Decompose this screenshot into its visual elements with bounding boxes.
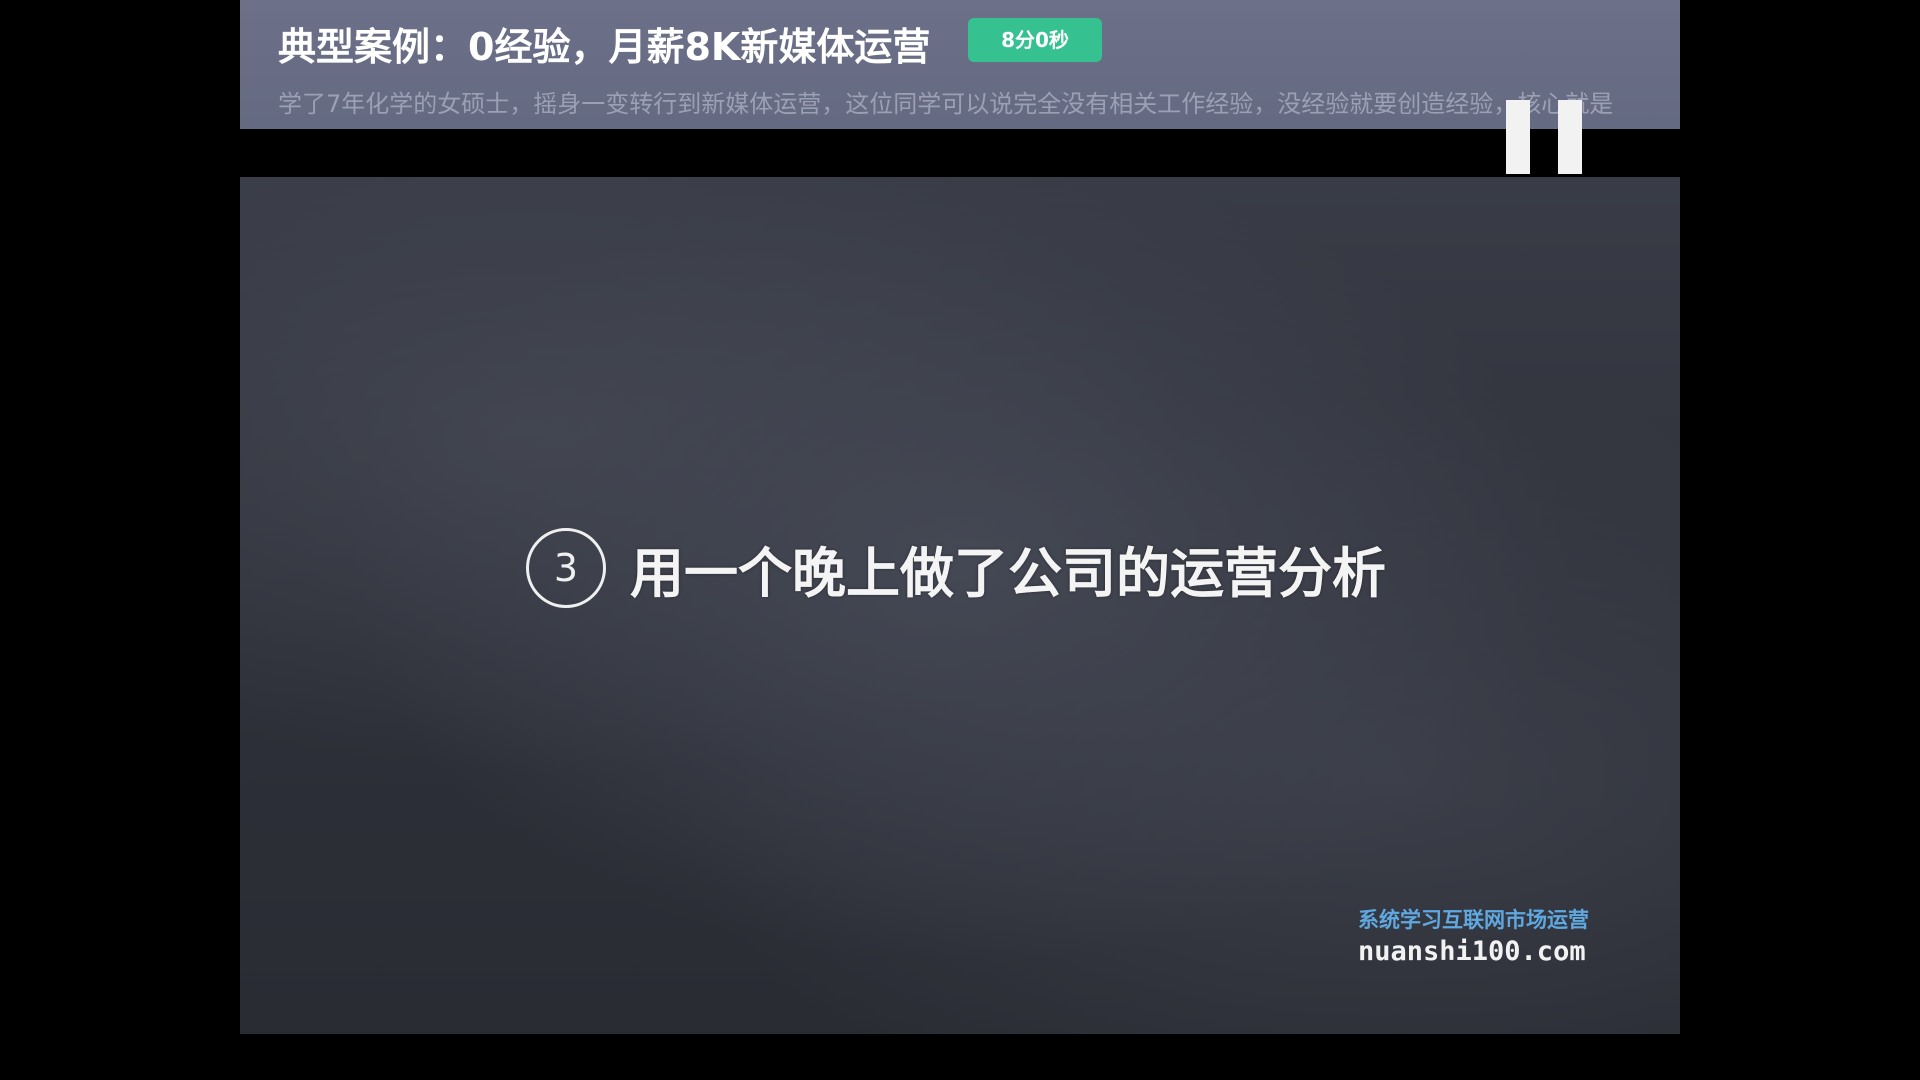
pause-bar-right xyxy=(1558,100,1582,174)
pause-button[interactable] xyxy=(1506,100,1582,174)
watermark-tagline: 系统学习互联网市场运营 xyxy=(1358,908,1589,932)
video-player[interactable]: 典型案例：0经验，月薪8K新媒体运营 8分0秒 学了7年化学的女硕士，摇身一变转… xyxy=(240,0,1680,1034)
info-header: 典型案例：0经验，月薪8K新媒体运营 8分0秒 学了7年化学的女硕士，摇身一变转… xyxy=(240,0,1680,129)
watermark: 系统学习互联网市场运营 nuanshi100.com xyxy=(1358,904,1589,967)
video-description: 学了7年化学的女硕士，摇身一变转行到新媒体运营，这位同学可以说完全没有相关工作经… xyxy=(278,90,1614,118)
pause-bar-left xyxy=(1506,100,1530,174)
video-title: 典型案例：0经验，月薪8K新媒体运营 xyxy=(278,25,931,69)
screen: 典型案例：0经验，月薪8K新媒体运营 8分0秒 学了7年化学的女硕士，摇身一变转… xyxy=(0,0,1920,1080)
subtitle-row: 3 用一个晚上做了公司的运营分析 xyxy=(526,525,1386,611)
watermark-url: nuanshi100.com xyxy=(1358,936,1586,967)
duration-badge: 8分0秒 xyxy=(968,18,1102,62)
step-number-badge: 3 xyxy=(526,528,606,608)
subtitle-text: 用一个晚上做了公司的运营分析 xyxy=(630,541,1386,605)
video-frame[interactable]: 3 用一个晚上做了公司的运营分析 系统学习互联网市场运营 nuanshi100.… xyxy=(240,177,1680,1034)
